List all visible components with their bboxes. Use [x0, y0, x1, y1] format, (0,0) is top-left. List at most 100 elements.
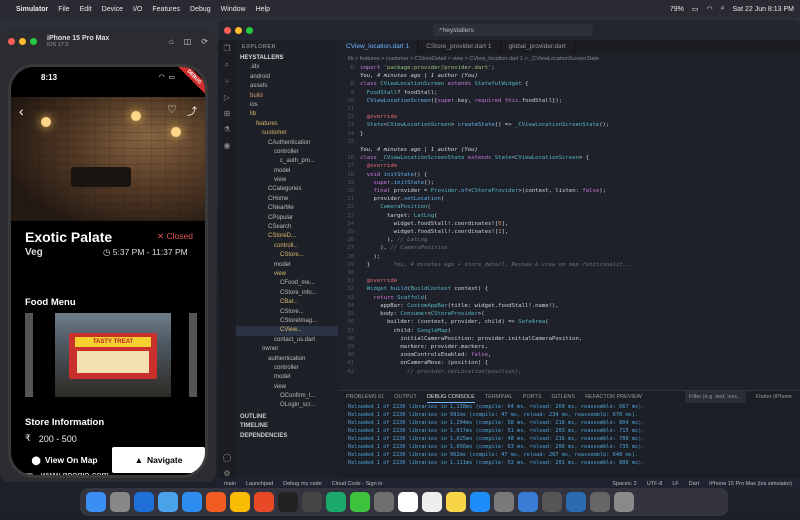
dependencies-section[interactable]: DEPENDENCIES	[236, 432, 338, 441]
search-icon[interactable]: ⌕	[721, 5, 725, 13]
account-icon[interactable]: ◯	[223, 453, 232, 462]
tree-item[interactable]: .idx	[236, 63, 338, 72]
testing-icon[interactable]: ⚗	[223, 125, 230, 134]
clock[interactable]: Sat 22 Jun 8:13 PM	[733, 6, 794, 13]
navigate-button[interactable]: ▲ Navigate	[111, 447, 205, 473]
run-debug-icon[interactable]: ▷	[224, 93, 230, 102]
terminal-icon[interactable]	[278, 492, 298, 512]
rotate-icon[interactable]: ⟳	[201, 37, 208, 46]
system-settings-icon[interactable]	[494, 492, 514, 512]
menu-edit[interactable]: Edit	[80, 6, 92, 13]
tree-item[interactable]: ios	[236, 101, 338, 110]
tree-item[interactable]: CBar...	[236, 298, 338, 307]
tree-root[interactable]: HEYSTALLERS	[236, 54, 338, 63]
tree-item[interactable]: view	[236, 270, 338, 279]
finder-icon[interactable]	[86, 492, 106, 512]
mongodb-icon[interactable]	[326, 492, 346, 512]
battery-percent[interactable]: 79%	[670, 6, 684, 13]
search-icon[interactable]: ⌕	[225, 60, 229, 70]
app-icon[interactable]	[302, 492, 322, 512]
tree-item[interactable]: CCategories	[236, 185, 338, 194]
tree-item[interactable]: contact_us.dart	[236, 336, 338, 345]
trash-icon[interactable]	[614, 492, 634, 512]
menu-image[interactable]: TASTY TREAT	[55, 313, 171, 397]
menu-device[interactable]: Device	[102, 6, 123, 13]
tab-debug-console[interactable]: DEBUG CONSOLE	[426, 391, 475, 403]
tree-item[interactable]: model	[236, 373, 338, 382]
tree-item[interactable]: customer	[236, 129, 338, 138]
stickies-icon[interactable]	[446, 492, 466, 512]
tab-gitlens[interactable]: GITLENS	[552, 391, 576, 403]
tab-problems[interactable]: PROBLEMS 61	[346, 391, 384, 403]
minimize-window-button[interactable]	[19, 37, 26, 45]
contacts-icon[interactable]	[374, 492, 394, 512]
tree-item[interactable]: CStoreImag...	[236, 317, 338, 326]
close-window-button[interactable]	[8, 37, 15, 45]
tree-item[interactable]: authentication	[236, 355, 338, 364]
app-store-icon[interactable]	[470, 492, 490, 512]
facetime-icon[interactable]	[350, 492, 370, 512]
git-icon[interactable]	[254, 492, 274, 512]
source-control-icon[interactable]: ⑂	[225, 77, 230, 86]
menu-io[interactable]: I/O	[133, 6, 142, 13]
tab-global-provider[interactable]: global_provider.dart	[501, 40, 575, 54]
tree-item[interactable]: owner	[236, 345, 338, 354]
debug-session-select[interactable]: Flutter (iPhone	[756, 391, 792, 403]
tree-item[interactable]: android	[236, 73, 338, 82]
tab-cstore-provider[interactable]: CStore_provider.dart 1	[418, 40, 501, 54]
tree-item[interactable]: CFood_me...	[236, 279, 338, 288]
menu-help[interactable]: Help	[256, 6, 270, 13]
tab-refactor-preview[interactable]: REFACTOR PREVIEW	[585, 391, 642, 403]
tab-ports[interactable]: PORTS	[523, 391, 542, 403]
notes-icon[interactable]	[422, 492, 442, 512]
menu-image-next[interactable]	[189, 313, 197, 397]
downloads-icon[interactable]	[590, 492, 610, 512]
tree-item[interactable]: view	[236, 383, 338, 392]
tree-item[interactable]: c_auth_pro...	[236, 157, 338, 166]
outline-section[interactable]: OUTLINE	[236, 413, 338, 422]
code-editor[interactable]: CView_location.dart 1 CStore_provider.da…	[338, 40, 800, 390]
vscode-icon[interactable]	[134, 492, 154, 512]
xcode-icon[interactable]	[158, 492, 178, 512]
menu-file[interactable]: File	[58, 6, 69, 13]
tree-item[interactable]: CSearch	[236, 223, 338, 232]
status-spaces[interactable]: Spaces: 2	[612, 481, 636, 487]
status-eol[interactable]: LF	[672, 481, 678, 487]
status-branch[interactable]: main	[224, 481, 236, 487]
calendar-icon[interactable]	[398, 492, 418, 512]
tab-terminal[interactable]: TERMINAL	[485, 391, 513, 403]
safari-icon[interactable]	[182, 492, 202, 512]
menu-image-prev[interactable]	[25, 313, 33, 397]
tree-item[interactable]: controller	[236, 364, 338, 373]
tree-item[interactable]: CPopular	[236, 214, 338, 223]
command-center-search[interactable]: ⌕ heystallers	[433, 24, 593, 36]
status-language[interactable]: Dart	[689, 481, 699, 487]
zoom-window-button[interactable]	[246, 26, 253, 34]
status-cloud-code[interactable]: Cloud Code - Sign in	[332, 481, 383, 487]
tree-item[interactable]: model	[236, 261, 338, 270]
tree-item[interactable]: view	[236, 176, 338, 185]
share-icon[interactable]: ⤴	[187, 103, 197, 118]
menu-window[interactable]: Window	[221, 6, 246, 13]
tree-item[interactable]: CHome	[236, 195, 338, 204]
tree-item-selected[interactable]: CView...	[236, 326, 338, 336]
menu-debug[interactable]: Debug	[190, 6, 211, 13]
menu-features[interactable]: Features	[152, 6, 180, 13]
tree-item[interactable]: lib	[236, 110, 338, 119]
preview-icon[interactable]	[518, 492, 538, 512]
close-window-button[interactable]	[224, 26, 231, 34]
zoom-window-button[interactable]	[30, 37, 37, 45]
tree-item[interactable]: assets	[236, 82, 338, 91]
tree-item[interactable]: CNearMe	[236, 204, 338, 213]
extensions-icon[interactable]: ⊞	[224, 109, 231, 118]
status-debug[interactable]: Debug my code	[283, 481, 322, 487]
chrome-icon[interactable]	[230, 492, 250, 512]
console-filter-input[interactable]: Filter (e.g. text, !exc...	[685, 391, 746, 403]
tree-item[interactable]: CStoreD...	[236, 232, 338, 241]
remote-icon[interactable]: ◉	[224, 141, 231, 150]
home-icon[interactable]: ⌂	[169, 37, 174, 46]
window-thumbnail-icon[interactable]	[566, 492, 586, 512]
status-encoding[interactable]: UTF-8	[647, 481, 663, 487]
explorer-icon[interactable]: ❐	[223, 44, 230, 53]
tree-item[interactable]: CStore...	[236, 251, 338, 260]
